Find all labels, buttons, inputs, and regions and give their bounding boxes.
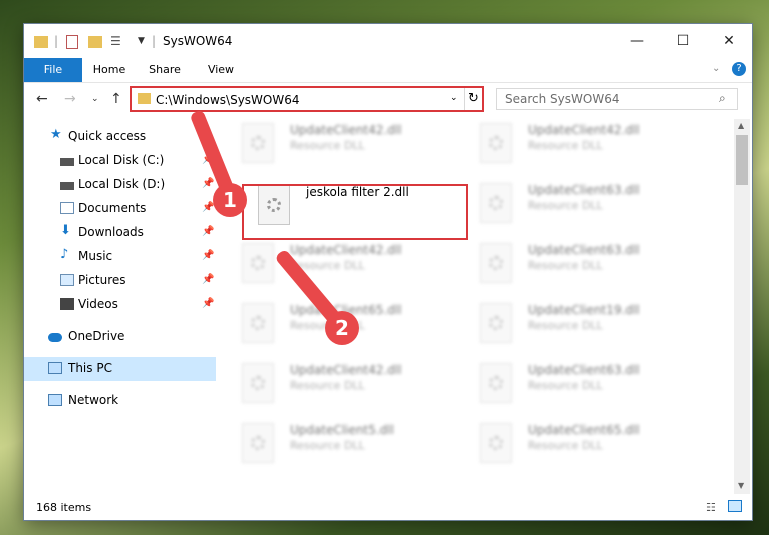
drive-icon bbox=[60, 158, 74, 166]
network-icon bbox=[48, 394, 62, 406]
details-view-icon[interactable]: ☷ bbox=[706, 501, 716, 514]
file-item[interactable]: UpdateClient42.dll Resource DLL bbox=[464, 119, 690, 175]
separator: | bbox=[152, 34, 157, 48]
window-title: SysWOW64 bbox=[163, 34, 233, 48]
file-list: UpdateClient42.dll Resource DLL UpdateCl… bbox=[226, 119, 734, 494]
dll-file-icon bbox=[480, 303, 512, 343]
customize-icon[interactable]: ☰ bbox=[110, 34, 121, 48]
dll-file-icon bbox=[242, 303, 274, 343]
search-input[interactable]: Search SysWOW64 ⌕ bbox=[496, 88, 738, 110]
dll-file-icon bbox=[480, 243, 512, 283]
up-arrow-icon[interactable]: ↑ bbox=[110, 91, 122, 107]
back-arrow-icon[interactable]: ← bbox=[36, 91, 48, 107]
sidebar-item-network[interactable]: Network bbox=[24, 389, 216, 413]
tab-view[interactable]: View bbox=[194, 58, 248, 82]
scrollbar-thumb[interactable] bbox=[736, 135, 748, 185]
file-item[interactable]: UpdateClient65.dll Resource DLL bbox=[464, 419, 690, 475]
callout-badge-2: 2 bbox=[325, 311, 359, 345]
dll-file-icon bbox=[242, 363, 274, 403]
close-button[interactable]: ✕ bbox=[706, 24, 752, 58]
minimize-button[interactable]: — bbox=[614, 24, 660, 58]
status-bar: 168 items ☷ bbox=[24, 496, 752, 520]
title-bar: | ☰ ▼ | SysWOW64 — ☐ ✕ bbox=[24, 24, 752, 58]
dll-file-icon bbox=[480, 183, 512, 223]
file-item[interactable]: UpdateClient5.dll Resource DLL bbox=[226, 419, 452, 475]
file-item[interactable]: UpdateClient63.dll Resource DLL bbox=[464, 239, 690, 295]
folder-icon bbox=[138, 93, 151, 104]
divider bbox=[464, 88, 465, 110]
drive-icon bbox=[60, 182, 74, 190]
sidebar-item-quick-access[interactable]: ★ Quick access bbox=[24, 125, 216, 149]
dll-file-icon bbox=[242, 423, 274, 463]
maximize-button[interactable]: ☐ bbox=[660, 24, 706, 58]
dll-file-icon bbox=[480, 363, 512, 403]
new-folder-icon[interactable] bbox=[88, 36, 102, 48]
dll-file-icon bbox=[480, 423, 512, 463]
sidebar-item-local-disk-d[interactable]: Local Disk (D:) 📌 bbox=[24, 173, 216, 197]
properties-icon[interactable] bbox=[66, 35, 78, 49]
explorer-window: | ☰ ▼ | SysWOW64 — ☐ ✕ File Home Share V… bbox=[24, 24, 752, 520]
sidebar-item-music[interactable]: ♪ Music 📌 bbox=[24, 245, 216, 269]
sidebar-item-videos[interactable]: Videos 📌 bbox=[24, 293, 216, 317]
file-item[interactable]: UpdateClient42.dll Resource DLL bbox=[226, 119, 452, 175]
sidebar-item-downloads[interactable]: ⬇ Downloads 📌 bbox=[24, 221, 216, 245]
sidebar-item-pictures[interactable]: Pictures 📌 bbox=[24, 269, 216, 293]
music-icon: ♪ bbox=[60, 247, 69, 262]
refresh-icon[interactable]: ↻ bbox=[468, 91, 479, 106]
forward-arrow-icon[interactable]: → bbox=[64, 91, 76, 107]
sidebar-item-local-disk-c[interactable]: Local Disk (C:) 📌 bbox=[24, 149, 216, 173]
address-path: C:\Windows\SysWOW64 bbox=[156, 93, 300, 107]
tab-share[interactable]: Share bbox=[138, 58, 192, 82]
video-icon bbox=[60, 298, 74, 310]
tab-home[interactable]: Home bbox=[82, 58, 136, 82]
navigation-bar: ← → ⌄ ↑ C:\Windows\SysWOW64 ⌄ ↻ Search S… bbox=[24, 83, 752, 117]
search-icon: ⌕ bbox=[719, 91, 726, 105]
pin-icon[interactable]: 📌 bbox=[202, 178, 214, 189]
folder-icon bbox=[34, 36, 48, 48]
help-icon[interactable]: ? bbox=[732, 62, 746, 76]
download-icon: ⬇ bbox=[60, 223, 71, 238]
cloud-icon bbox=[48, 333, 62, 342]
computer-icon bbox=[48, 362, 62, 374]
ribbon-tabs: File Home Share View ⌄ ? bbox=[24, 58, 752, 83]
separator: | bbox=[54, 34, 59, 48]
item-count: 168 items bbox=[36, 501, 92, 514]
tab-file[interactable]: File bbox=[24, 58, 82, 82]
recent-locations-icon[interactable]: ⌄ bbox=[91, 94, 99, 104]
chevron-down-icon[interactable]: ▼ bbox=[138, 36, 145, 46]
address-bar[interactable]: C:\Windows\SysWOW64 ⌄ ↻ bbox=[130, 86, 484, 112]
file-item[interactable]: UpdateClient63.dll Resource DLL bbox=[464, 179, 690, 235]
scroll-down-icon[interactable]: ▼ bbox=[738, 481, 744, 490]
pin-icon[interactable]: 📌 bbox=[202, 250, 214, 261]
pin-icon[interactable]: 📌 bbox=[202, 298, 214, 309]
picture-icon bbox=[60, 274, 74, 286]
star-icon: ★ bbox=[50, 127, 62, 142]
vertical-scrollbar[interactable]: ▲ ▼ bbox=[734, 119, 750, 494]
document-icon bbox=[60, 202, 74, 214]
large-icons-view-icon[interactable] bbox=[728, 500, 742, 512]
pin-icon[interactable]: 📌 bbox=[202, 274, 214, 285]
dll-file-icon bbox=[242, 123, 274, 163]
file-item[interactable]: UpdateClient42.dll Resource DLL bbox=[226, 239, 452, 295]
sidebar-item-this-pc[interactable]: This PC bbox=[24, 357, 216, 381]
file-item[interactable]: UpdateClient42.dll Resource DLL bbox=[226, 359, 452, 415]
callout-badge-1: 1 bbox=[213, 183, 247, 217]
chevron-down-icon[interactable]: ⌄ bbox=[450, 93, 458, 103]
sidebar-item-documents[interactable]: Documents 📌 bbox=[24, 197, 216, 221]
dll-file-icon bbox=[242, 243, 274, 283]
file-item[interactable]: UpdateClient19.dll Resource DLL bbox=[464, 299, 690, 355]
navigation-pane: ★ Quick access Local Disk (C:) 📌 Local D… bbox=[24, 119, 216, 494]
pin-icon[interactable]: 📌 bbox=[202, 226, 214, 237]
file-item[interactable]: UpdateClient63.dll Resource DLL bbox=[464, 359, 690, 415]
search-placeholder: Search SysWOW64 bbox=[505, 92, 620, 106]
expand-ribbon-icon[interactable]: ⌄ bbox=[712, 63, 720, 74]
dll-file-icon bbox=[480, 123, 512, 163]
sidebar-item-onedrive[interactable]: OneDrive bbox=[24, 325, 216, 349]
target-file-highlight bbox=[242, 184, 468, 240]
scroll-up-icon[interactable]: ▲ bbox=[738, 121, 744, 130]
